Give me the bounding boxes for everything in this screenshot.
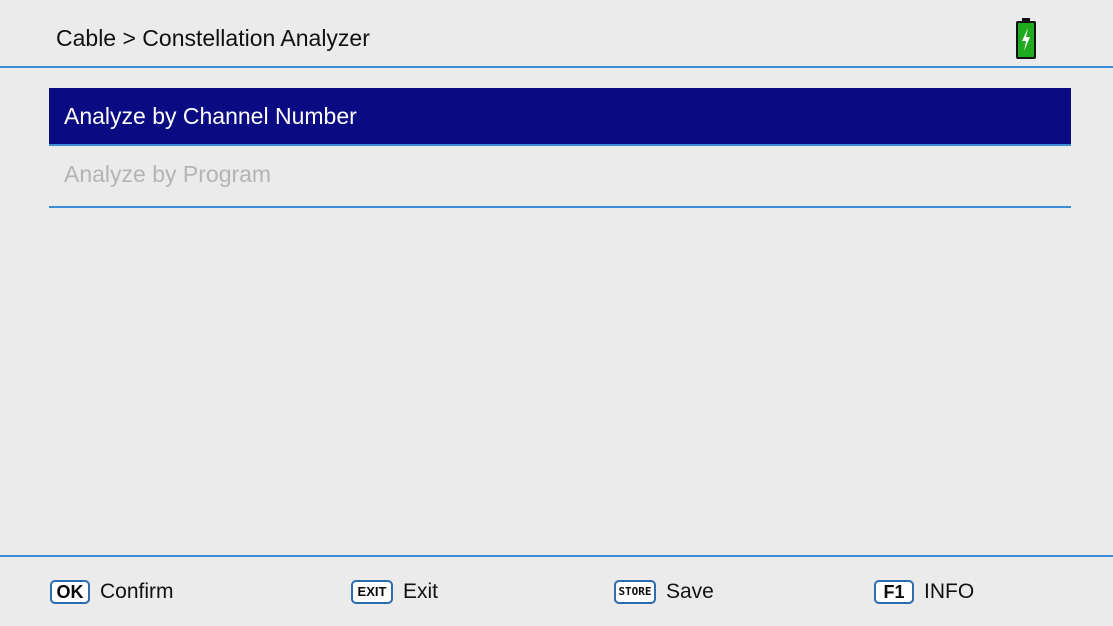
save-label: Save [666, 580, 714, 603]
menu-item-label: Analyze by Channel Number [64, 103, 357, 129]
battery-charging-icon [1016, 18, 1036, 59]
ok-key-icon[interactable]: OK [50, 580, 90, 604]
save-hint[interactable]: STORE Save [614, 579, 714, 605]
info-hint[interactable]: F1 INFO [874, 579, 974, 605]
menu-item-analyze-by-channel-number[interactable]: Analyze by Channel Number [49, 88, 1071, 146]
page-title-breadcrumb: Cable > Constellation Analyzer [56, 25, 370, 51]
f1-key-icon[interactable]: F1 [874, 580, 914, 604]
exit-key-icon[interactable]: EXIT [351, 580, 393, 604]
exit-label: Exit [403, 580, 439, 603]
menu-item-label: Analyze by Program [64, 161, 272, 187]
confirm-label: Confirm [100, 580, 174, 603]
header-bar: Cable > Constellation Analyzer [0, 0, 1113, 68]
footer-key-hints: OK Confirm EXIT Exit STORE Save F1 INFO [0, 555, 1113, 626]
confirm-hint[interactable]: OK Confirm [50, 579, 174, 605]
analyze-menu: Analyze by Channel Number Analyze by Pro… [49, 88, 1071, 208]
exit-hint[interactable]: EXIT Exit [351, 579, 438, 605]
menu-item-analyze-by-program[interactable]: Analyze by Program [49, 146, 1071, 208]
info-label: INFO [924, 580, 975, 603]
store-key-icon[interactable]: STORE [614, 580, 656, 604]
